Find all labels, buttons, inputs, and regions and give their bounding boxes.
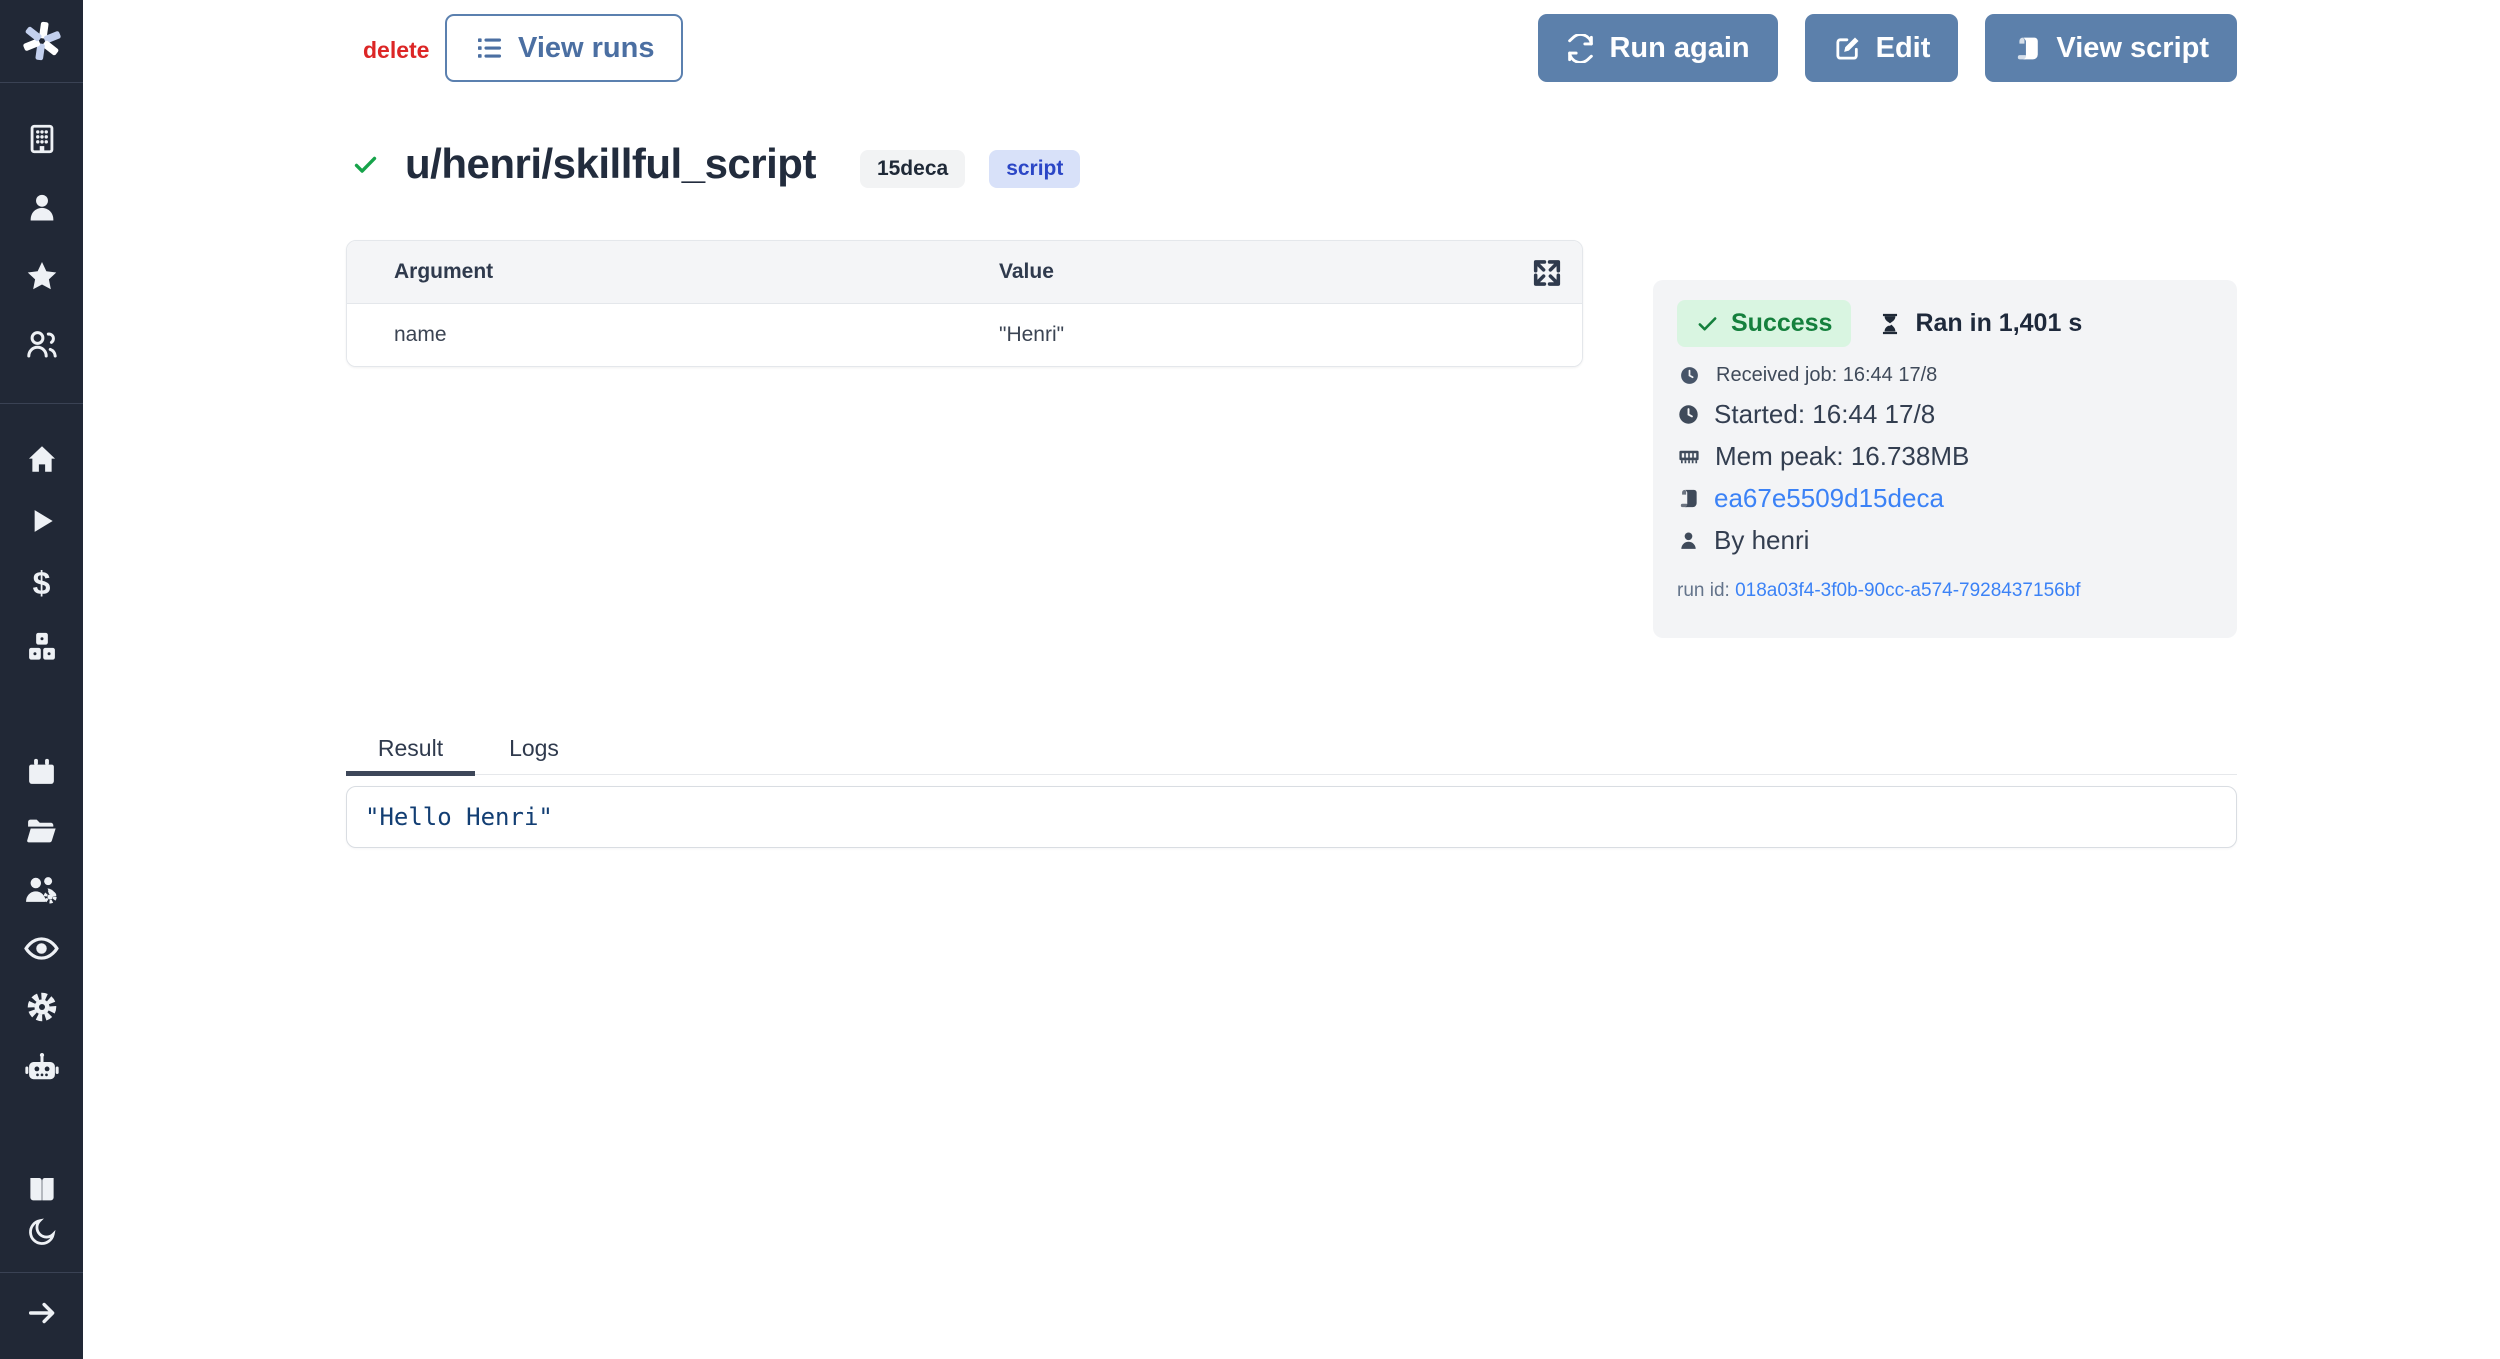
triggered-by-row: By henri: [1677, 519, 2213, 561]
memory-chip-icon: [1677, 444, 1701, 468]
refresh-icon: [1566, 34, 1595, 63]
sidebar-item-runs[interactable]: [0, 501, 83, 541]
home-icon: [25, 442, 59, 476]
delete-button[interactable]: delete: [363, 37, 429, 64]
started-row: Started: 16:44 17/8: [1677, 393, 2213, 435]
column-header-argument: Argument: [347, 260, 999, 284]
gear-icon: [24, 989, 60, 1025]
sidebar-item-workspace[interactable]: [0, 119, 83, 159]
status-badge-label: Success: [1731, 309, 1832, 338]
dark-mode-toggle[interactable]: [0, 1212, 83, 1252]
sidebar-item-resources[interactable]: [0, 627, 83, 667]
received-job-label: Received job: 16:44 17/8: [1716, 364, 1937, 387]
windmill-logo[interactable]: [0, 0, 83, 83]
tab-result[interactable]: Result: [346, 722, 475, 774]
sidebar-item-settings[interactable]: [0, 987, 83, 1027]
run-id-label: run id:: [1677, 580, 1730, 601]
sidebar-item-groups[interactable]: [0, 869, 83, 909]
script-type-badge: script: [989, 150, 1080, 188]
clock-icon: [1677, 403, 1700, 426]
run-duration-label: Ran in 1,401 s: [1915, 309, 2082, 338]
script-hash-row: ea67e5509d15deca: [1677, 477, 2213, 519]
result-value: "Hello Henri": [365, 803, 553, 831]
run-again-button[interactable]: Run again: [1538, 14, 1777, 82]
moon-icon: [26, 1216, 58, 1248]
play-icon: [26, 505, 58, 537]
sidebar-item-workers[interactable]: [0, 1048, 83, 1088]
calendar-icon: [25, 755, 58, 788]
person-icon: [1677, 529, 1700, 552]
sidebar-item-favorites[interactable]: [0, 257, 83, 297]
eye-icon: [23, 930, 60, 967]
user-group-gear-icon: [23, 871, 60, 908]
sidebar: $: [0, 0, 83, 1359]
windmill-logo-icon: [19, 18, 65, 64]
arguments-table-header: Argument Value: [347, 241, 1582, 304]
sidebar-item-members[interactable]: [0, 324, 83, 364]
dollar-icon: $: [33, 567, 51, 599]
run-id-link[interactable]: 018a03f4-3f0b-90cc-a574-7928437156bf: [1735, 580, 2080, 601]
expand-arguments-button[interactable]: [1528, 254, 1566, 292]
mem-peak-label: Mem peak: 16.738MB: [1715, 441, 1969, 472]
run-status-panel: Success Ran in 1,401 s Received job: 16:…: [1653, 280, 2237, 638]
sidebar-item-home[interactable]: [0, 439, 83, 479]
received-job-row: Received job: 16:44 17/8: [1679, 364, 2213, 387]
scroll-icon: [2013, 34, 2042, 63]
success-check-icon: [352, 151, 379, 178]
output-tabs: Result Logs: [346, 722, 2237, 775]
hourglass-icon: [1877, 311, 1903, 337]
book-icon: [25, 1172, 59, 1206]
sidebar-divider: [0, 403, 83, 404]
sidebar-item-variables[interactable]: $: [0, 563, 83, 603]
arguments-table: Argument Value name "Henri": [346, 240, 1583, 367]
scroll-icon: [1677, 487, 1700, 510]
sidebar-item-folders[interactable]: [0, 810, 83, 850]
edit-label: Edit: [1876, 32, 1931, 65]
mem-peak-row: Mem peak: 16.738MB: [1677, 435, 2213, 477]
star-icon: [24, 259, 60, 295]
table-row: name "Henri": [347, 304, 1582, 366]
building-icon: [25, 122, 59, 156]
page-title: u/henri/skillful_script: [405, 140, 816, 188]
folder-open-icon: [24, 813, 59, 848]
sidebar-collapse-button[interactable]: [0, 1293, 83, 1333]
user-icon: [25, 190, 59, 224]
arrows-pointing-out-icon: [1530, 256, 1564, 290]
arrow-right-icon: [25, 1296, 59, 1330]
status-badge: Success: [1677, 300, 1851, 347]
script-hash-badge: 15deca: [860, 150, 965, 188]
column-header-value: Value: [999, 260, 1054, 284]
title-row: u/henri/skillful_script 15deca script: [352, 140, 1080, 188]
sidebar-item-user[interactable]: [0, 187, 83, 227]
action-buttons: Run again Edit View script: [1538, 14, 2237, 82]
edit-button[interactable]: Edit: [1805, 14, 1959, 82]
robot-icon: [24, 1050, 60, 1086]
check-icon: [1696, 312, 1719, 335]
users-icon: [24, 326, 60, 362]
view-runs-button[interactable]: View runs: [445, 14, 683, 82]
run-id-row: run id: 018a03f4-3f0b-90cc-a574-79284371…: [1677, 580, 2213, 602]
view-script-label: View script: [2056, 32, 2209, 65]
cubes-icon: [24, 629, 60, 665]
view-runs-label: View runs: [518, 32, 654, 65]
argument-name-cell: name: [347, 323, 999, 347]
triggered-by-label: By henri: [1714, 525, 1809, 556]
started-label: Started: 16:44 17/8: [1714, 399, 1935, 430]
sidebar-item-schedules[interactable]: [0, 751, 83, 791]
clock-icon: [1679, 365, 1700, 386]
view-script-button[interactable]: View script: [1985, 14, 2237, 82]
argument-value-cell: "Henri": [999, 323, 1064, 347]
script-hash-link[interactable]: ea67e5509d15deca: [1714, 483, 1944, 514]
run-duration: Ran in 1,401 s: [1877, 309, 2082, 338]
list-icon: [474, 33, 504, 63]
sidebar-item-docs[interactable]: [0, 1169, 83, 1209]
sidebar-divider: [0, 1272, 83, 1273]
edit-pencil-icon: [1833, 34, 1862, 63]
tab-logs[interactable]: Logs: [475, 722, 593, 774]
run-again-label: Run again: [1609, 32, 1749, 65]
sidebar-item-audit-logs[interactable]: [0, 928, 83, 968]
result-output: "Hello Henri": [346, 786, 2237, 848]
